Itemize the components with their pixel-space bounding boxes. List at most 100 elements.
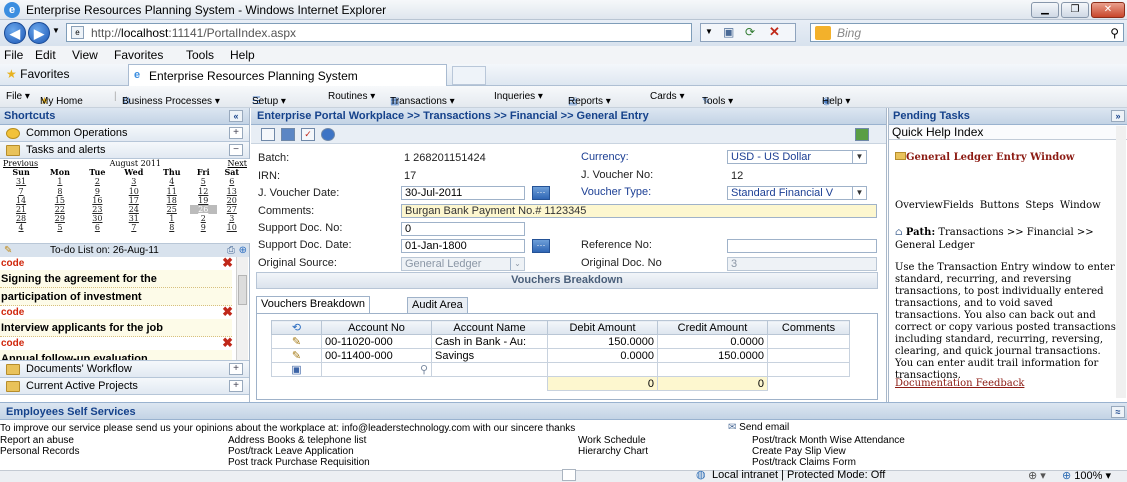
col-comments[interactable]: Comments [767, 320, 850, 335]
calendar-day[interactable]: 16 [81, 196, 114, 205]
menu-edit[interactable]: Edit [35, 48, 56, 62]
calendar-day[interactable]: 17 [114, 196, 153, 205]
new-credit[interactable] [657, 362, 768, 377]
calendar-day[interactable]: 30 [81, 214, 114, 223]
delete-icon[interactable]: ✖ [222, 257, 233, 269]
account-lookup-icon[interactable]: ⚲ [321, 362, 432, 377]
calendar-day[interactable]: 3 [114, 177, 153, 186]
calendar-day[interactable]: 3 [217, 214, 247, 223]
calendar-day[interactable]: 10 [114, 187, 153, 196]
calendar-day[interactable]: 6 [217, 177, 247, 186]
col-debit[interactable]: Debit Amount [547, 320, 658, 335]
quick-help-index[interactable]: Quick Help Index [889, 125, 1127, 140]
favorites-button[interactable]: ★ Favorites [6, 67, 69, 81]
collapse-right-icon[interactable]: » [1111, 110, 1125, 122]
list-item[interactable]: participation of investment [0, 288, 232, 306]
jv-date-field[interactable]: 30-Jul-2011 [401, 186, 525, 200]
collapse-icon[interactable]: − [229, 144, 243, 156]
section-documents-workflow[interactable]: Documents' Workflow + [0, 361, 249, 378]
link-purchase-requisition[interactable]: Post track Purchase Requisition [228, 457, 370, 468]
link-work-schedule[interactable]: Work Schedule [578, 435, 646, 446]
calendar-day[interactable]: 4 [3, 223, 39, 232]
calendar-day[interactable]: 5 [190, 177, 217, 186]
col-account-name[interactable]: Account Name [431, 320, 548, 335]
calendar-day[interactable]: 5 [39, 223, 81, 232]
menu-help[interactable]: Help [230, 48, 255, 62]
calendar-day[interactable]: 4 [154, 177, 190, 186]
menu-tools[interactable]: Tools [186, 48, 214, 62]
forward-button[interactable]: ▶ [28, 22, 50, 44]
new-account-name[interactable] [431, 362, 548, 377]
add-todo-icon[interactable]: ⊕ [239, 244, 247, 258]
edit-pencil-icon[interactable]: ✎ [271, 334, 322, 349]
voucher-type-select[interactable]: Standard Financial V ▼ [727, 186, 867, 200]
search-icon[interactable]: ⚲ [1110, 26, 1119, 40]
delete-icon[interactable]: ✖ [222, 336, 233, 349]
search-input[interactable]: Bing ⚲ [810, 23, 1124, 42]
close-icon[interactable]: ✕ [1091, 2, 1125, 18]
calendar-day[interactable]: 8 [39, 187, 81, 196]
calendar-day[interactable]: 20 [217, 196, 247, 205]
calendar-day[interactable]: 23 [81, 205, 114, 214]
calendar-day[interactable]: 2 [190, 214, 217, 223]
link-address-books[interactable]: Address Books & telephone list [228, 435, 366, 446]
protected-mode-icon[interactable]: ⊕ ▾ [1028, 469, 1046, 482]
save-icon[interactable] [281, 128, 295, 141]
calendar-day[interactable]: 7 [114, 223, 153, 232]
calendar-day[interactable]: 10 [217, 223, 247, 232]
maximize-button[interactable]: ❐ [1061, 2, 1089, 18]
section-common-operations[interactable]: Common Operations + [0, 125, 249, 142]
support-date-field[interactable]: 01-Jan-1800 [401, 239, 525, 253]
reference-field[interactable] [727, 239, 877, 253]
new-row[interactable]: ▣ ⚲ [271, 362, 850, 377]
calendar-day[interactable]: 29 [39, 214, 81, 223]
menu-file[interactable]: File [4, 48, 23, 62]
todo-scrollbar[interactable] [236, 257, 248, 360]
stop-icon[interactable]: ✕ [769, 24, 780, 40]
calendar-day[interactable]: 31 [3, 177, 39, 186]
calendar-day[interactable]: 21 [3, 205, 39, 214]
export-icon[interactable] [855, 128, 869, 141]
list-item[interactable]: Interview applicants for the job [0, 319, 232, 337]
calendar-day[interactable]: 26 [190, 204, 217, 215]
calendar-day[interactable]: 6 [81, 223, 114, 232]
calendar-day[interactable]: 14 [3, 196, 39, 205]
link-personal-records[interactable]: Personal Records [0, 446, 79, 457]
list-item[interactable]: Annual follow-up evaluation [0, 350, 232, 360]
calendar-day[interactable]: 25 [154, 205, 190, 214]
calendar-day[interactable]: 8 [154, 223, 190, 232]
calendar-day[interactable]: 19 [190, 196, 217, 205]
calendar-day[interactable]: 28 [3, 214, 39, 223]
tab-vouchers-breakdown[interactable]: Vouchers Breakdown [256, 296, 370, 313]
section-tasks-alerts[interactable]: Tasks and alerts − [0, 142, 249, 159]
menu-view[interactable]: View [72, 48, 98, 62]
col-credit[interactable]: Credit Amount [657, 320, 768, 335]
calendar-day[interactable]: 12 [190, 187, 217, 196]
link-leave-application[interactable]: Post/track Leave Application [228, 446, 354, 457]
help-links[interactable]: OverviewFields Buttons Steps Window [895, 200, 1121, 211]
refresh-grid-icon[interactable]: ⟲ [271, 320, 322, 335]
documentation-feedback-link[interactable]: Documentation Feedback [895, 378, 1024, 389]
send-email-link[interactable]: ✉ Send email [728, 422, 789, 433]
calendar-day[interactable]: 13 [217, 187, 247, 196]
back-button[interactable]: ◀ [4, 22, 26, 44]
tab-audit-area[interactable]: Audit Area [407, 297, 468, 313]
support-doc-field[interactable]: 0 [401, 222, 525, 236]
app-menu-cards[interactable]: Cards ▾ [650, 91, 684, 102]
app-menu-file[interactable]: File ▾ [6, 91, 30, 102]
refresh-icon[interactable]: ⟳ [745, 25, 755, 39]
calendar-day[interactable]: 7 [3, 187, 39, 196]
calendar-picker-icon[interactable]: ··· [532, 239, 550, 253]
section-active-projects[interactable]: Current Active Projects + [0, 378, 249, 395]
currency-select[interactable]: USD - US Dollar ▼ [727, 150, 867, 164]
menu-favorites[interactable]: Favorites [114, 48, 163, 62]
compatibility-icon[interactable]: ▣ [723, 25, 734, 39]
calendar-day[interactable]: 27 [217, 205, 247, 214]
app-menu-routines[interactable]: Routines ▾ [328, 91, 375, 102]
address-input[interactable]: e http://localhost:11141/PortalIndex.asp… [66, 23, 692, 42]
help-circle-icon[interactable] [321, 128, 335, 141]
collapse-left-icon[interactable]: « [229, 110, 243, 122]
calendar-day[interactable]: 24 [114, 205, 153, 214]
calendar-day[interactable]: 9 [81, 187, 114, 196]
calendar-day[interactable]: 9 [190, 223, 217, 232]
